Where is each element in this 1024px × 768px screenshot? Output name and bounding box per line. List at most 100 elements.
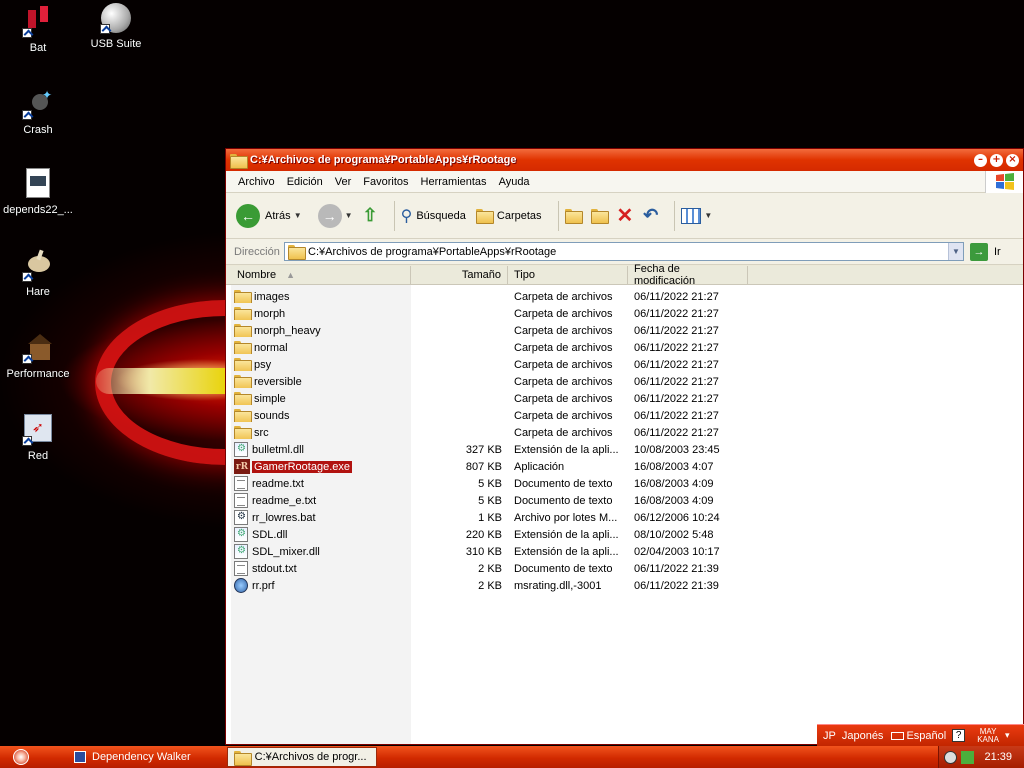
folders-button[interactable]: Carpetas [475, 209, 542, 224]
file-row[interactable]: readme_e.txt 5 KB Documento de texto 16/08/… [231, 492, 831, 509]
move-to-button[interactable] [564, 209, 583, 224]
file-row[interactable]: readme.txt 5 KB Documento de texto 16/08/20… [231, 475, 831, 492]
delete-button[interactable]: ✕ [617, 203, 634, 228]
file-row[interactable]: normal Carpeta de archivos 06/11/2022 21:2… [231, 339, 831, 356]
file-row[interactable]: SDL.dll 220 KB Extensión de la apli... 08/1… [231, 526, 831, 543]
network-icon[interactable] [944, 750, 958, 764]
close-button[interactable]: × [1006, 153, 1019, 167]
go-button[interactable]: → Ir [970, 242, 1001, 261]
keyboard-layout[interactable]: Español [906, 730, 946, 742]
minimize-button[interactable]: – [974, 153, 987, 167]
desktop-icon-crash[interactable]: ✦ Crash [0, 88, 76, 136]
title-bar[interactable]: C:¥Archivos de programa¥PortableApps¥rRo… [226, 149, 1023, 171]
file-modified: 10/08/2003 23:45 [634, 443, 720, 456]
back-button[interactable]: ← Atrás ▼ [236, 203, 302, 228]
lang-code[interactable]: JP [823, 730, 836, 742]
column-type-header[interactable]: Tipo [508, 266, 628, 284]
folder-icon [234, 358, 252, 371]
file-row[interactable]: morph Carpeta de archivos 06/11/2022 21:27 [231, 305, 831, 322]
folder-icon [230, 153, 248, 169]
maximize-button[interactable]: + [990, 153, 1003, 167]
folder-icon [234, 341, 252, 354]
back-arrow-icon: ← [236, 203, 260, 228]
column-size-header[interactable]: Tamaño [411, 266, 508, 284]
taskbar: Dependency Walker C:¥Archivos de progr..… [0, 746, 1024, 768]
file-row[interactable]: rr.prf 2 KB msrating.dll,-3001 06/11/2022 2… [231, 577, 831, 594]
file-modified: 06/11/2022 21:27 [634, 426, 719, 439]
file-modified: 06/11/2022 21:27 [634, 409, 719, 422]
menu-herramientas[interactable]: Herramientas [415, 176, 493, 188]
security-icon[interactable] [961, 750, 975, 764]
file-list-pane[interactable]: Nombre ▲ Tamaño Tipo Fecha de modificaci… [226, 263, 1023, 744]
start-orb-icon [13, 749, 29, 765]
usb-suite-icon [100, 2, 132, 34]
views-button[interactable]: ▼ [681, 207, 712, 224]
language-bar[interactable]: JP Japonés Español ? MAY KANA ▾ [817, 724, 1024, 746]
task-dependency-walker[interactable]: Dependency Walker [68, 747, 197, 767]
address-bar: Dirección C:¥Archivos de programa¥Portab… [226, 239, 1023, 265]
menu-ayuda[interactable]: Ayuda [493, 176, 536, 188]
file-name-cell: readme.txt [231, 476, 411, 491]
up-folder-button[interactable]: ⇧ [363, 205, 378, 226]
help-icon[interactable]: ? [952, 729, 966, 742]
address-dropdown-button[interactable]: ▼ [948, 243, 963, 260]
clock[interactable]: 21:39 [984, 751, 1012, 763]
file-row[interactable]: rR GamerRootage.exe 807 KB Aplicación 16/08/… [231, 458, 831, 475]
file-modified: 06/11/2022 21:27 [634, 290, 719, 303]
column-name-header[interactable]: Nombre ▲ [231, 266, 411, 284]
desktop-icon-usb-suite[interactable]: USB Suite [78, 2, 154, 50]
file-row[interactable]: src Carpeta de archivos 06/11/2022 21:27 [231, 424, 831, 441]
file-name-cell: morph_heavy [231, 324, 411, 337]
desktop-icon-hare[interactable]: Hare [0, 249, 76, 298]
file-name-cell: readme_e.txt [231, 493, 411, 508]
desktop-icon-depends[interactable]: depends22_... [0, 168, 76, 216]
file-modified: 06/11/2022 21:27 [634, 392, 719, 405]
folders-icon [475, 209, 494, 224]
desktop-icon-bat[interactable]: Bat [0, 6, 76, 54]
file-modified: 16/08/2003 4:09 [634, 477, 714, 490]
menu-favoritos[interactable]: Favoritos [357, 176, 414, 188]
copy-to-button[interactable] [590, 209, 609, 224]
address-input[interactable]: C:¥Archivos de programa¥PortableApps¥rRo… [284, 242, 964, 261]
file-modified: 06/11/2022 21:27 [634, 358, 719, 371]
file-row[interactable]: rr_lowres.bat 1 KB Archivo por lotes M... 0… [231, 509, 831, 526]
file-modified: 06/11/2022 21:27 [634, 341, 719, 354]
file-name-cell: reversible [231, 375, 411, 388]
file-list: images Carpeta de archivos 06/11/2022 21:2… [231, 288, 831, 594]
file-type: Carpeta de archivos [514, 324, 613, 337]
menu-edicion[interactable]: Edición [281, 176, 329, 188]
lang-name[interactable]: Japonés [842, 730, 884, 742]
file-row[interactable]: morph_heavy Carpeta de archivos 06/11/2022… [231, 322, 831, 339]
menu-ver[interactable]: Ver [329, 176, 358, 188]
desktop-icon-red[interactable]: ➶ Red [0, 414, 76, 462]
file-row[interactable]: psy Carpeta de archivos 06/11/2022 21:27 [231, 356, 831, 373]
file-name-cell: psy [231, 358, 411, 371]
file-name: reversible [254, 375, 302, 388]
file-row[interactable]: reversible Carpeta de archivos 06/11/2022 … [231, 373, 831, 390]
file-type: Extensión de la apli... [514, 528, 619, 541]
file-row[interactable]: simple Carpeta de archivos 06/11/2022 21:2… [231, 390, 831, 407]
forward-button[interactable]: → ▼ [317, 203, 353, 228]
options-arrow-icon[interactable]: ▾ [1005, 730, 1010, 741]
file-type: Archivo por lotes M... [514, 511, 618, 524]
file-row[interactable]: stdout.txt 2 KB Documento de texto 06/11/20… [231, 560, 831, 577]
file-row[interactable]: sounds Carpeta de archivos 06/11/2022 21:2… [231, 407, 831, 424]
file-row[interactable]: bulletml.dll 327 KB Extensión de la apli..… [231, 441, 831, 458]
undo-button[interactable]: ↶ [643, 205, 658, 226]
file-row[interactable]: images Carpeta de archivos 06/11/2022 21:2… [231, 288, 831, 305]
file-modified: 06/11/2022 21:39 [634, 562, 719, 575]
column-modified-header[interactable]: Fecha de modificación [628, 263, 748, 287]
menu-archivo[interactable]: Archivo [232, 176, 281, 188]
back-label: Atrás [265, 209, 291, 222]
desktop-icon-performance[interactable]: Performance [0, 332, 76, 380]
folder-icon [234, 307, 252, 320]
column-modified-label: Fecha de modificación [634, 263, 696, 287]
search-button[interactable]: ⚲ Búsqueda [401, 206, 466, 226]
ime-mode[interactable]: MAY KANA [971, 727, 999, 744]
file-row[interactable]: SDL_mixer.dll 310 KB Extensión de la apli.… [231, 543, 831, 560]
file-modified: 16/08/2003 4:09 [634, 494, 714, 507]
task-explorer[interactable]: C:¥Archivos de progr... [226, 747, 377, 767]
file-name: stdout.txt [252, 562, 297, 575]
keyboard-icon [891, 731, 905, 740]
start-button[interactable] [0, 746, 42, 768]
